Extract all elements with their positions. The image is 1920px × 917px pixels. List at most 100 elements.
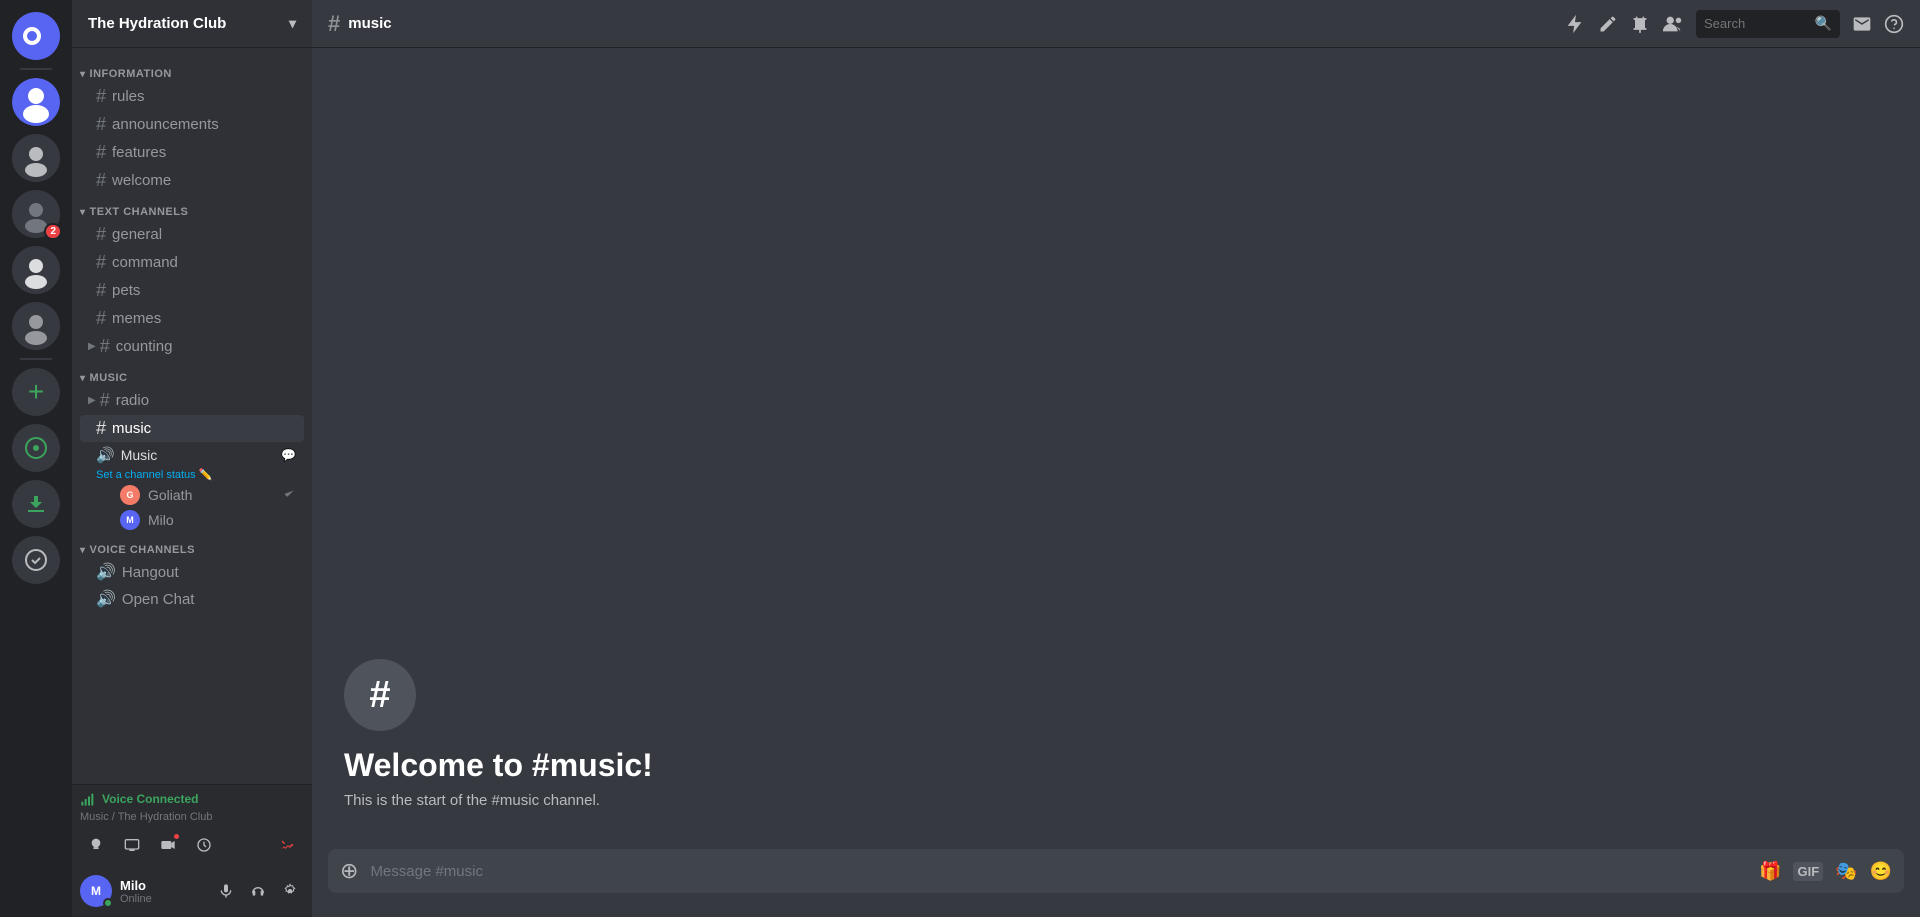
- discover-servers-button[interactable]: [12, 424, 60, 472]
- camera-button[interactable]: [152, 829, 184, 861]
- microphone-button[interactable]: [212, 877, 240, 905]
- members-button[interactable]: [1662, 13, 1684, 35]
- hash-icon: #: [96, 86, 106, 107]
- welcome-section: # Welcome to #music! This is the start o…: [328, 639, 1904, 829]
- voice-status-text: Voice Connected: [102, 792, 198, 806]
- hash-icon: #: [96, 224, 106, 245]
- add-server-button[interactable]: +: [12, 368, 60, 416]
- server-divider-1: [20, 68, 52, 70]
- category-voice-channels[interactable]: ▾ VOICE CHANNELS: [72, 540, 312, 558]
- collapse-small-arrow-icon: ▶: [88, 341, 96, 352]
- collapse-arrow-icon: ▾: [80, 69, 86, 80]
- gift-icon[interactable]: 🎁: [1759, 861, 1781, 882]
- edit-button[interactable]: [1598, 14, 1618, 34]
- server-header[interactable]: The Hydration Club ▾: [72, 0, 312, 48]
- hash-icon: #: [96, 142, 106, 163]
- welcome-desc: This is the start of the #music channel.: [344, 792, 1888, 809]
- category-information[interactable]: ▾ INFORMATION: [72, 64, 312, 82]
- channel-name: command: [112, 254, 178, 271]
- chat-area: # Welcome to #music! This is the start o…: [312, 48, 1920, 917]
- channel-features[interactable]: # features: [80, 139, 304, 166]
- screen-share-button[interactable]: [116, 829, 148, 861]
- speaker-icon: 🔊: [96, 589, 116, 609]
- member-name-milo: Milo: [148, 512, 174, 528]
- channel-name: features: [112, 144, 166, 161]
- server-icon-2[interactable]: [12, 134, 60, 182]
- channel-name: announcements: [112, 116, 219, 133]
- channel-music[interactable]: # music: [80, 415, 304, 442]
- nitro-button[interactable]: [12, 536, 60, 584]
- channel-memes[interactable]: # memes: [80, 305, 304, 332]
- download-button[interactable]: [12, 480, 60, 528]
- server-icon-5[interactable]: [12, 302, 60, 350]
- signal-icon: [80, 791, 96, 807]
- sticker-button[interactable]: 🎭: [1835, 861, 1857, 882]
- hash-icon: #: [96, 308, 106, 329]
- category-music[interactable]: ▾ MUSIC: [72, 368, 312, 386]
- message-input[interactable]: [370, 863, 1751, 880]
- channel-general[interactable]: # general: [80, 221, 304, 248]
- channel-sidebar: The Hydration Club ▾ ▾ INFORMATION # rul…: [72, 0, 312, 917]
- settings-button[interactable]: [276, 877, 304, 905]
- channel-open-chat[interactable]: 🔊 Open Chat: [80, 586, 304, 612]
- user-avatar[interactable]: M: [80, 875, 112, 907]
- channel-hangout[interactable]: 🔊 Hangout: [80, 559, 304, 585]
- channel-rules[interactable]: # rules: [80, 83, 304, 110]
- member-name-goliath: Goliath: [148, 487, 192, 503]
- channel-announcements[interactable]: # announcements: [80, 111, 304, 138]
- add-attachment-button[interactable]: ⊕: [340, 858, 358, 884]
- message-right-icons: 🎁 GIF 🎭 😊: [1759, 861, 1892, 882]
- gif-button[interactable]: GIF: [1793, 862, 1823, 881]
- channel-command[interactable]: # command: [80, 249, 304, 276]
- inbox-button[interactable]: [1852, 14, 1872, 34]
- online-status-dot: [103, 898, 113, 908]
- chat-icon[interactable]: 💬: [281, 448, 296, 462]
- category-text-channels[interactable]: ▾ TEXT CHANNELS: [72, 202, 312, 220]
- server-icon-4[interactable]: [12, 246, 60, 294]
- search-input[interactable]: [1704, 16, 1815, 31]
- server-icon-3[interactable]: [12, 190, 60, 238]
- hash-icon: #: [96, 114, 106, 135]
- top-bar: # music 🔍: [312, 0, 1920, 48]
- server-sidebar: +: [0, 0, 72, 917]
- channel-pets[interactable]: # pets: [80, 277, 304, 304]
- channel-name: music: [112, 420, 151, 437]
- channel-radio[interactable]: ▶ # radio: [80, 387, 304, 414]
- voice-settings-button[interactable]: [80, 829, 112, 861]
- headphones-button[interactable]: [244, 877, 272, 905]
- pin-button[interactable]: [1630, 14, 1650, 34]
- top-bar-channel-info: # music: [328, 11, 392, 37]
- voice-member-milo[interactable]: M Milo: [80, 508, 304, 532]
- message-input-area: ⊕ 🎁 GIF 🎭 😊: [312, 849, 1920, 917]
- activities-button[interactable]: [188, 829, 220, 861]
- member-avatar-goliath: G: [120, 485, 140, 505]
- chat-messages: # Welcome to #music! This is the start o…: [312, 48, 1920, 849]
- server-divider-2: [20, 358, 52, 360]
- category-label: VOICE CHANNELS: [90, 544, 195, 556]
- set-channel-status-link[interactable]: Set a channel status: [96, 469, 196, 481]
- channels-list: ▾ INFORMATION # rules # announcements # …: [72, 48, 312, 784]
- welcome-hash-circle: #: [344, 659, 416, 731]
- edit-icon[interactable]: ✏️: [199, 469, 213, 481]
- search-box[interactable]: 🔍: [1696, 10, 1840, 38]
- hash-icon: #: [96, 280, 106, 301]
- boost-button[interactable]: [1564, 13, 1586, 35]
- discord-home-button[interactable]: [12, 12, 60, 60]
- user-controls: [212, 877, 304, 905]
- category-label: TEXT CHANNELS: [90, 206, 189, 218]
- emoji-button[interactable]: 😊: [1870, 861, 1892, 882]
- voice-controls-row: [80, 829, 304, 865]
- voice-channel-music[interactable]: 🔊 Music 💬: [80, 443, 304, 467]
- channel-counting[interactable]: ▶ # counting: [80, 333, 304, 360]
- user-status-text: Online: [120, 893, 212, 905]
- server-icon-1[interactable]: [12, 78, 60, 126]
- disconnect-button[interactable]: [272, 829, 304, 861]
- hash-icon: #: [96, 252, 106, 273]
- channel-name: memes: [112, 310, 161, 327]
- member-avatar-milo: M: [120, 510, 140, 530]
- help-button[interactable]: [1884, 14, 1904, 34]
- collapse-arrow-icon: ▾: [80, 373, 86, 384]
- channel-name: general: [112, 226, 162, 243]
- voice-member-goliath[interactable]: G Goliath: [80, 483, 304, 507]
- channel-welcome[interactable]: # welcome: [80, 167, 304, 194]
